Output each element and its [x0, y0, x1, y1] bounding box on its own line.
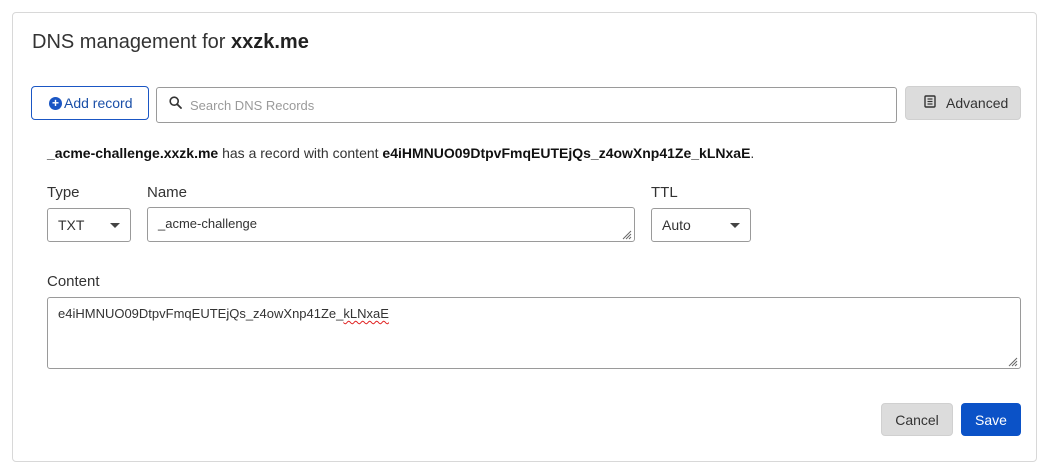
summary-content: e4iHMNUO09DtpvFmqEUTEjQs_z4owXnp41Ze_kLN…	[382, 145, 751, 161]
record-summary: _acme-challenge.xxzk.me has a record wit…	[47, 145, 754, 161]
content-text: e4iHMNUO09DtpvFmqEUTEjQs_z4owXnp41Ze_	[58, 306, 344, 321]
type-select[interactable]: TXT	[47, 208, 131, 242]
title-domain: xxzk.me	[230, 31, 309, 53]
resize-grip-icon[interactable]	[621, 228, 632, 240]
add-record-button[interactable]: + Add record	[31, 86, 149, 120]
advanced-label: Advanced	[946, 95, 1009, 111]
search-box[interactable]	[156, 87, 897, 123]
cancel-button[interactable]: Cancel	[881, 403, 953, 436]
chevron-down-icon	[110, 222, 120, 228]
chevron-down-icon	[730, 222, 740, 228]
content-misspelled-text: kLNxaE	[343, 306, 389, 321]
save-button[interactable]: Save	[961, 403, 1021, 436]
resize-grip-icon[interactable]	[1007, 355, 1018, 367]
summary-middle-text: has a record with content	[222, 145, 379, 161]
name-value: _acme-challenge	[158, 216, 258, 231]
title-prefix: DNS management for	[32, 31, 226, 53]
add-record-label: Add record	[64, 95, 133, 111]
book-icon	[924, 95, 936, 111]
ttl-label: TTL	[651, 184, 678, 201]
summary-record-name: _acme-challenge.xxzk.me	[47, 145, 219, 161]
content-label: Content	[47, 273, 100, 290]
name-label: Name	[147, 184, 188, 201]
summary-end: .	[750, 145, 755, 161]
plus-circle-icon: +	[49, 96, 62, 110]
page-title: DNS management for xxzk.me	[32, 31, 309, 54]
ttl-value: Auto	[662, 217, 691, 233]
ttl-select[interactable]: Auto	[651, 208, 751, 242]
content-textarea[interactable]: e4iHMNUO09DtpvFmqEUTEjQs_z4owXnp41Ze_kLN…	[47, 297, 1021, 369]
search-input[interactable]	[188, 96, 872, 114]
search-icon	[169, 96, 182, 114]
advanced-button[interactable]: Advanced	[905, 86, 1021, 120]
type-value: TXT	[58, 217, 85, 233]
name-field[interactable]: _acme-challenge	[147, 207, 635, 242]
type-label: Type	[47, 184, 80, 201]
